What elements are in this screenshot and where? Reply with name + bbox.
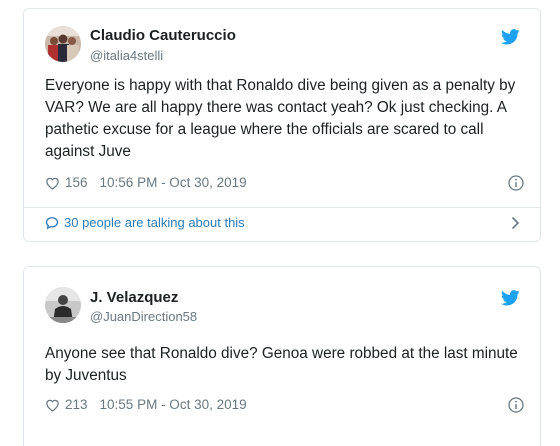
author-name[interactable]: J. Velazquez: [90, 289, 178, 306]
author-name[interactable]: Claudio Cauteruccio: [90, 27, 236, 44]
like-count[interactable]: 156: [65, 175, 88, 190]
speech-bubble-icon: [45, 216, 59, 230]
tweet-card-2: J. Velazquez @JuanDirection58 Anyone see…: [23, 266, 541, 446]
conversation-label[interactable]: 30 people are talking about this: [64, 215, 245, 230]
conversation-link[interactable]: 30 people are talking about this: [45, 215, 245, 230]
tweet-text: Everyone is happy with that Ronaldo dive…: [45, 77, 516, 160]
tweet-meta: 213 10:55 PM - Oct 30, 2019: [45, 397, 247, 412]
timestamp[interactable]: 10:56 PM - Oct 30, 2019: [100, 175, 247, 190]
avatar[interactable]: [45, 287, 81, 323]
divider: [24, 207, 540, 208]
like-count[interactable]: 213: [65, 397, 88, 412]
info-icon[interactable]: [508, 397, 524, 413]
twitter-bird-icon[interactable]: [501, 29, 520, 45]
author-handle[interactable]: @JuanDirection58: [90, 309, 197, 324]
tweet-text: Anyone see that Ronaldo dive? Genoa were…: [45, 345, 518, 384]
info-icon[interactable]: [508, 175, 524, 191]
avatar[interactable]: [45, 26, 81, 62]
author-handle[interactable]: @italia4stelli: [90, 48, 163, 63]
tweet-meta: 156 10:56 PM - Oct 30, 2019: [45, 175, 247, 190]
twitter-bird-icon[interactable]: [501, 290, 520, 306]
tweet-card-1: Claudio Cauteruccio @italia4stelli Every…: [23, 8, 541, 242]
chevron-right-icon[interactable]: [511, 216, 520, 230]
heart-icon[interactable]: [45, 176, 60, 190]
heart-icon[interactable]: [45, 398, 60, 412]
timestamp[interactable]: 10:55 PM - Oct 30, 2019: [100, 397, 247, 412]
